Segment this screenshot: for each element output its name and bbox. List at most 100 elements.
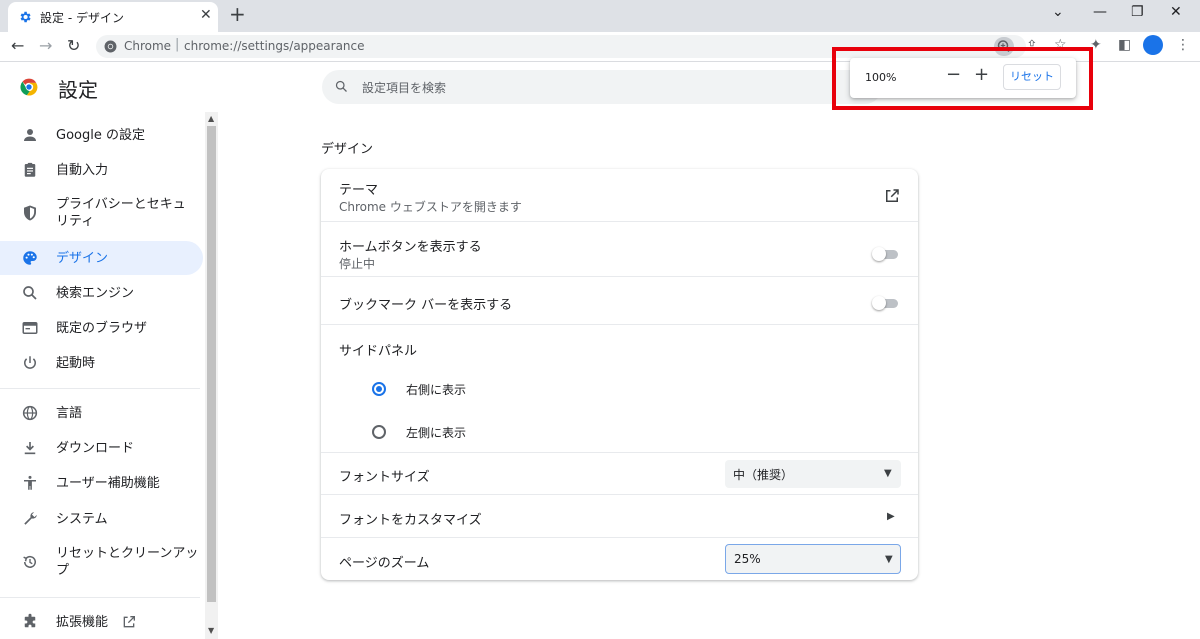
side-panel-label: サイドパネル [339, 344, 418, 359]
omnibox-separator: | [175, 37, 180, 52]
customize-fonts-row[interactable]: フォントをカスタマイズ ▶ [321, 494, 918, 538]
sidebar-item-label: プライバシーとセキュリティ [56, 197, 186, 229]
sidebar-item-system[interactable]: システム [0, 502, 203, 536]
tab-strip: 設定 - デザイン ✕ + ⌄ — ❐ ✕ [0, 0, 1200, 32]
font-size-value: 中（推奨） [733, 468, 794, 482]
power-icon [24, 356, 36, 369]
toggle-knob [872, 247, 886, 261]
profile-avatar[interactable] [1143, 35, 1163, 55]
sidebar-item-label: リセットとクリーンアップ [56, 546, 199, 578]
search-icon [23, 286, 37, 300]
sidebar-item-accessibility[interactable]: ユーザー補助機能 [0, 466, 203, 500]
scroll-down-icon[interactable]: ▼ [208, 626, 214, 635]
shield-icon [24, 205, 36, 221]
tab-title: 設定 - デザイン [40, 11, 124, 25]
font-size-row: フォントサイズ 中（推奨） ▼ [321, 452, 918, 495]
external-link-icon[interactable] [883, 187, 901, 205]
customize-fonts-label: フォントをカスタマイズ [339, 513, 482, 528]
bookmarks-bar-label: ブックマーク バーを表示する [339, 298, 513, 313]
home-button-row[interactable]: ホームボタンを表示する 停止中 [321, 221, 918, 277]
sidebar-item-label: Google の設定 [56, 128, 145, 143]
side-panel-right-radio[interactable] [372, 382, 386, 396]
sidebar-item-label: デザイン [56, 251, 109, 266]
dropdown-arrow-icon: ▼ [884, 468, 892, 479]
page-zoom-select[interactable]: 25% ▼ [725, 544, 901, 574]
side-panel-icon[interactable]: ◧ [1118, 37, 1131, 53]
search-placeholder: 設定項目を検索 [362, 81, 447, 95]
restore-button[interactable]: ❐ [1131, 4, 1144, 20]
sidebar-item-label: ユーザー補助機能 [56, 476, 160, 491]
puzzle-icon [24, 613, 36, 628]
sidebar-item-privacy[interactable]: プライバシーとセキュリティ [0, 190, 203, 234]
forward-button[interactable]: → [39, 36, 52, 55]
settings-sidebar: Google の設定 自動入力 プライバシーとセキュリティ デザイン 検索エンジ… [0, 112, 205, 639]
close-tab-icon[interactable]: ✕ [200, 7, 212, 23]
person-icon [24, 129, 36, 141]
page-zoom-label: ページのズーム [339, 556, 430, 571]
new-tab-button[interactable]: + [229, 2, 246, 26]
chrome-logo-icon [20, 78, 38, 96]
close-window-button[interactable]: ✕ [1170, 4, 1182, 20]
sidebar-item-default-browser[interactable]: 既定のブラウザ [0, 311, 203, 345]
sidebar-item-label: ダウンロード [56, 441, 135, 456]
gear-icon [20, 11, 31, 23]
sidebar-divider [0, 597, 200, 598]
sidebar-scrollbar[interactable]: ▲ ▼ [205, 112, 218, 639]
palette-icon [23, 251, 37, 265]
site-chip: Chrome [124, 39, 172, 53]
sidebar-item-autofill[interactable]: 自動入力 [0, 153, 203, 187]
theme-label: テーマ [339, 183, 379, 198]
sidebar-item-downloads[interactable]: ダウンロード [0, 431, 203, 465]
download-icon [24, 442, 36, 455]
settings-search-input[interactable]: 設定項目を検索 [322, 70, 882, 104]
home-button-sublabel: 停止中 [339, 257, 376, 271]
appearance-card: テーマ Chrome ウェブストアを開きます ホームボタンを表示する 停止中 ブ… [321, 169, 918, 580]
theme-row[interactable]: テーマ Chrome ウェブストアを開きます [321, 169, 918, 221]
scroll-up-icon[interactable]: ▲ [208, 114, 214, 123]
menu-icon[interactable]: ⋮ [1176, 37, 1190, 53]
side-panel-right-label[interactable]: 右側に表示 [406, 381, 466, 398]
browser-icon [22, 322, 38, 334]
sidebar-item-extensions[interactable]: 拡張機能 [0, 605, 203, 639]
sidebar-item-google[interactable]: Google の設定 [0, 118, 203, 152]
font-size-label: フォントサイズ [339, 470, 430, 485]
globe-icon [22, 405, 38, 421]
tab-settings[interactable]: 設定 - デザイン ✕ [8, 2, 218, 32]
sidebar-item-on-startup[interactable]: 起動時 [0, 346, 203, 380]
accessibility-icon [24, 475, 36, 490]
restore-icon [23, 555, 36, 568]
sidebar-item-label: システム [56, 512, 108, 527]
chevron-right-icon: ▶ [887, 511, 895, 522]
sidebar-divider [0, 388, 200, 389]
sidebar-item-label: 起動時 [56, 356, 96, 371]
sidebar-item-label: 自動入力 [56, 163, 109, 178]
sidebar-item-reset[interactable]: リセットとクリーンアップ [0, 539, 203, 583]
tab-search-icon[interactable]: ⌄ [1052, 4, 1064, 20]
home-button-label: ホームボタンを表示する [339, 240, 482, 255]
sidebar-item-search-engine[interactable]: 検索エンジン [0, 276, 203, 310]
bookmarks-bar-row[interactable]: ブックマーク バーを表示する [321, 276, 918, 325]
theme-sublabel: Chrome ウェブストアを開きます [339, 200, 522, 214]
reload-button[interactable]: ↻ [67, 36, 80, 55]
side-panel-left-radio[interactable] [372, 425, 386, 439]
page-title: 設定 [58, 78, 98, 102]
font-size-select[interactable]: 中（推奨） ▼ [725, 460, 901, 488]
sidebar-item-appearance[interactable]: デザイン [0, 241, 203, 275]
scroll-thumb[interactable] [207, 126, 216, 602]
back-button[interactable]: ← [11, 36, 24, 55]
chrome-icon [104, 40, 117, 53]
external-link-icon [123, 616, 135, 628]
clipboard-icon [24, 162, 36, 177]
side-panel-left-label[interactable]: 左側に表示 [406, 424, 466, 441]
sidebar-item-label: 拡張機能 [56, 615, 109, 630]
sidebar-item-languages[interactable]: 言語 [0, 396, 203, 430]
search-icon [335, 80, 347, 92]
url-text[interactable]: chrome://settings/appearance [184, 39, 365, 53]
minimize-button[interactable]: — [1093, 4, 1107, 20]
page-zoom-row: ページのズーム 25% ▼ [321, 537, 918, 581]
highlight-annotation [832, 47, 1093, 110]
bookmarks-bar-toggle[interactable] [872, 295, 900, 311]
home-button-toggle[interactable] [872, 246, 900, 262]
sidebar-item-label: 既定のブラウザ [56, 321, 148, 336]
sidebar-item-label: 検索エンジン [56, 286, 135, 301]
